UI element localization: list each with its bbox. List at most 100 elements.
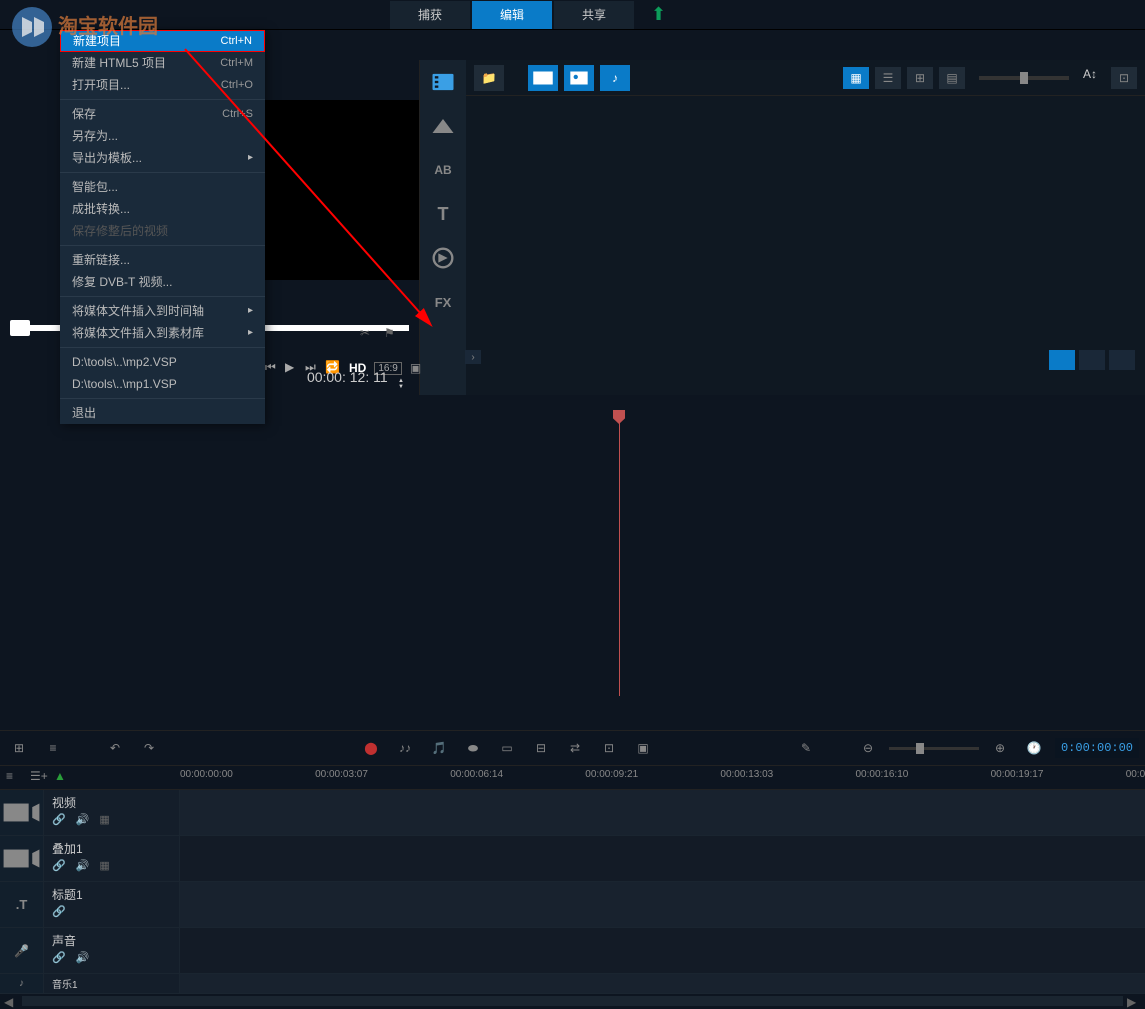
view-list-icon[interactable]: ☰ bbox=[875, 67, 901, 89]
track-audio-content[interactable] bbox=[180, 928, 1145, 973]
volume-icon[interactable]: 🔊 bbox=[76, 951, 90, 964]
preview-timecode[interactable]: 00:00: 12: 11 ▲▼ bbox=[307, 369, 404, 390]
menu-save[interactable]: 保存 Ctrl+S bbox=[60, 103, 265, 125]
instant-tool-icon[interactable] bbox=[429, 112, 457, 140]
prev-clip-icon[interactable]: ⏮ bbox=[265, 360, 281, 376]
track-motion-icon[interactable]: ⇄ bbox=[562, 735, 588, 761]
link-icon[interactable]: 🔗 bbox=[52, 905, 66, 918]
tab-edit[interactable]: 编辑 bbox=[472, 1, 552, 29]
ruler-ticks[interactable]: 00:00:00:00 00:00:03:07 00:00:06:14 00:0… bbox=[180, 766, 1145, 789]
track-overlay1[interactable]: 叠加1 🔗 🔊 ▦ bbox=[0, 836, 1145, 882]
track-music-content[interactable] bbox=[180, 974, 1145, 993]
track-title-icon[interactable]: .T bbox=[0, 882, 44, 927]
menu-save-as[interactable]: 另存为... bbox=[60, 125, 265, 147]
chapter-icon[interactable]: ⬬ bbox=[460, 735, 486, 761]
filter-photo-icon[interactable] bbox=[564, 65, 594, 91]
track-audio-icon[interactable]: 🎤 bbox=[0, 928, 44, 973]
track-music[interactable]: ♪ 音乐1 bbox=[0, 974, 1145, 994]
track-video[interactable]: 视频 🔗 🔊 ▦ bbox=[0, 790, 1145, 836]
track-title1-content[interactable] bbox=[180, 882, 1145, 927]
menu-insert-library[interactable]: 将媒体文件插入到素材库 bbox=[60, 322, 265, 344]
menu-repair-dvbt[interactable]: 修复 DVB-T 视频... bbox=[60, 271, 265, 293]
title-tool-icon[interactable]: T bbox=[429, 200, 457, 228]
zoom-slider[interactable] bbox=[889, 747, 979, 750]
link-icon[interactable]: 🔗 bbox=[52, 813, 66, 826]
hash-icon[interactable]: ▦ bbox=[99, 813, 109, 826]
view-grid-icon[interactable]: ⊞ bbox=[907, 67, 933, 89]
tab-share[interactable]: 共享 bbox=[554, 1, 634, 29]
filter-tool-icon[interactable]: FX bbox=[429, 288, 457, 316]
filter-video-icon[interactable] bbox=[528, 65, 558, 91]
view-thumb-icon[interactable]: ▦ bbox=[843, 67, 869, 89]
timecode-spinner[interactable]: ▲▼ bbox=[398, 378, 404, 390]
menu-recent-1[interactable]: D:\tools\..\mp2.VSP bbox=[60, 351, 265, 373]
link-icon[interactable]: 🔗 bbox=[52, 859, 66, 872]
zoom-out-icon[interactable]: ⊖ bbox=[855, 735, 881, 761]
menu-recent-2[interactable]: D:\tools\..\mp1.VSP bbox=[60, 373, 265, 395]
record-icon[interactable]: ⬤ bbox=[358, 735, 384, 761]
timeline-scrollbar[interactable]: ◀ ▶ bbox=[0, 994, 1145, 1008]
storyboard-icon[interactable]: ⊞ bbox=[6, 735, 32, 761]
timeline-view-icon[interactable]: ≡ bbox=[40, 735, 66, 761]
volume-icon[interactable]: 🔊 bbox=[76, 859, 90, 872]
media-tool-icon[interactable] bbox=[429, 68, 457, 96]
pan-zoom-icon[interactable]: ▣ bbox=[630, 735, 656, 761]
track-audio[interactable]: 🎤 声音 🔗 🔊 bbox=[0, 928, 1145, 974]
thumb-size-slider[interactable] bbox=[979, 76, 1069, 80]
view-detail-icon[interactable]: ▤ bbox=[939, 67, 965, 89]
track-video-content[interactable] bbox=[180, 790, 1145, 835]
settings-icon[interactable]: ⊡ bbox=[1111, 67, 1137, 89]
scroll-track[interactable] bbox=[22, 996, 1123, 1006]
link-icon[interactable]: 🔗 bbox=[52, 951, 66, 964]
marker-icon[interactable]: ⚑ bbox=[384, 326, 402, 344]
volume-icon[interactable]: 🔊 bbox=[76, 813, 90, 826]
folder-add-icon[interactable]: 📁 bbox=[474, 65, 504, 91]
auto-music-icon[interactable]: 🎵 bbox=[426, 735, 452, 761]
menu-relink[interactable]: 重新链接... bbox=[60, 249, 265, 271]
track-manager-icon[interactable]: ≡ bbox=[6, 769, 24, 787]
sort-icon[interactable]: A↕ bbox=[1083, 67, 1105, 89]
menu-export-template[interactable]: 导出为模板... bbox=[60, 147, 265, 169]
fit-timeline-icon[interactable]: 🕐 bbox=[1021, 735, 1047, 761]
filter-audio-icon[interactable]: ♪ bbox=[600, 65, 630, 91]
crop-icon[interactable]: ▣ bbox=[410, 361, 421, 375]
menu-insert-timeline[interactable]: 将媒体文件插入到时间轴 bbox=[60, 300, 265, 322]
add-track-icon[interactable]: ☰+ bbox=[30, 769, 48, 787]
track-music-icon[interactable]: ♪ bbox=[0, 974, 44, 993]
scrubber-handle[interactable] bbox=[10, 320, 30, 336]
transitions-tool-icon[interactable]: AB bbox=[429, 156, 457, 184]
audio-mixer-icon[interactable]: ♪♪ bbox=[392, 735, 418, 761]
scroll-right-icon[interactable]: ▶ bbox=[1127, 995, 1141, 1007]
menu-batch-convert[interactable]: 成批转换... bbox=[60, 198, 265, 220]
menu-new-project[interactable]: 新建项目 Ctrl+N bbox=[60, 30, 265, 52]
scissors-icon[interactable]: ✂ bbox=[360, 326, 378, 344]
panel-tab-3[interactable] bbox=[1109, 350, 1135, 370]
hash-icon[interactable]: ▦ bbox=[99, 859, 109, 872]
track-title1[interactable]: .T 标题1 🔗 bbox=[0, 882, 1145, 928]
scroll-left-icon[interactable]: ◀ bbox=[4, 995, 18, 1007]
graphics-tool-icon[interactable] bbox=[429, 244, 457, 272]
paint-icon[interactable]: ✎ bbox=[793, 735, 819, 761]
playhead[interactable] bbox=[619, 410, 620, 696]
enable-track-icon[interactable]: ▲ bbox=[54, 769, 72, 787]
menu-new-html5[interactable]: 新建 HTML5 项目 Ctrl+M bbox=[60, 52, 265, 74]
redo-icon[interactable]: ↷ bbox=[136, 735, 162, 761]
play-icon[interactable]: ▶ bbox=[285, 360, 301, 376]
subtitle-icon[interactable]: ▭ bbox=[494, 735, 520, 761]
snap-icon[interactable]: ⊡ bbox=[596, 735, 622, 761]
menu-exit[interactable]: 退出 bbox=[60, 402, 265, 424]
expand-panel-icon[interactable]: › bbox=[465, 350, 481, 364]
panel-tab-2[interactable] bbox=[1079, 350, 1105, 370]
track-overlay1-content[interactable] bbox=[180, 836, 1145, 881]
panel-tab-1[interactable] bbox=[1049, 350, 1075, 370]
upload-icon[interactable]: ⬆ bbox=[651, 4, 666, 25]
undo-icon[interactable]: ↶ bbox=[102, 735, 128, 761]
track-video-icon[interactable] bbox=[0, 790, 44, 835]
timeline-timecode[interactable]: 0:00:00:00 bbox=[1055, 738, 1139, 758]
track-overlay-icon[interactable] bbox=[0, 836, 44, 881]
menu-open-project[interactable]: 打开项目... Ctrl+O bbox=[60, 74, 265, 96]
zoom-in-icon[interactable]: ⊕ bbox=[987, 735, 1013, 761]
menu-smart-package[interactable]: 智能包... bbox=[60, 176, 265, 198]
multi-trim-icon[interactable]: ⊟ bbox=[528, 735, 554, 761]
tab-capture[interactable]: 捕获 bbox=[390, 1, 470, 29]
